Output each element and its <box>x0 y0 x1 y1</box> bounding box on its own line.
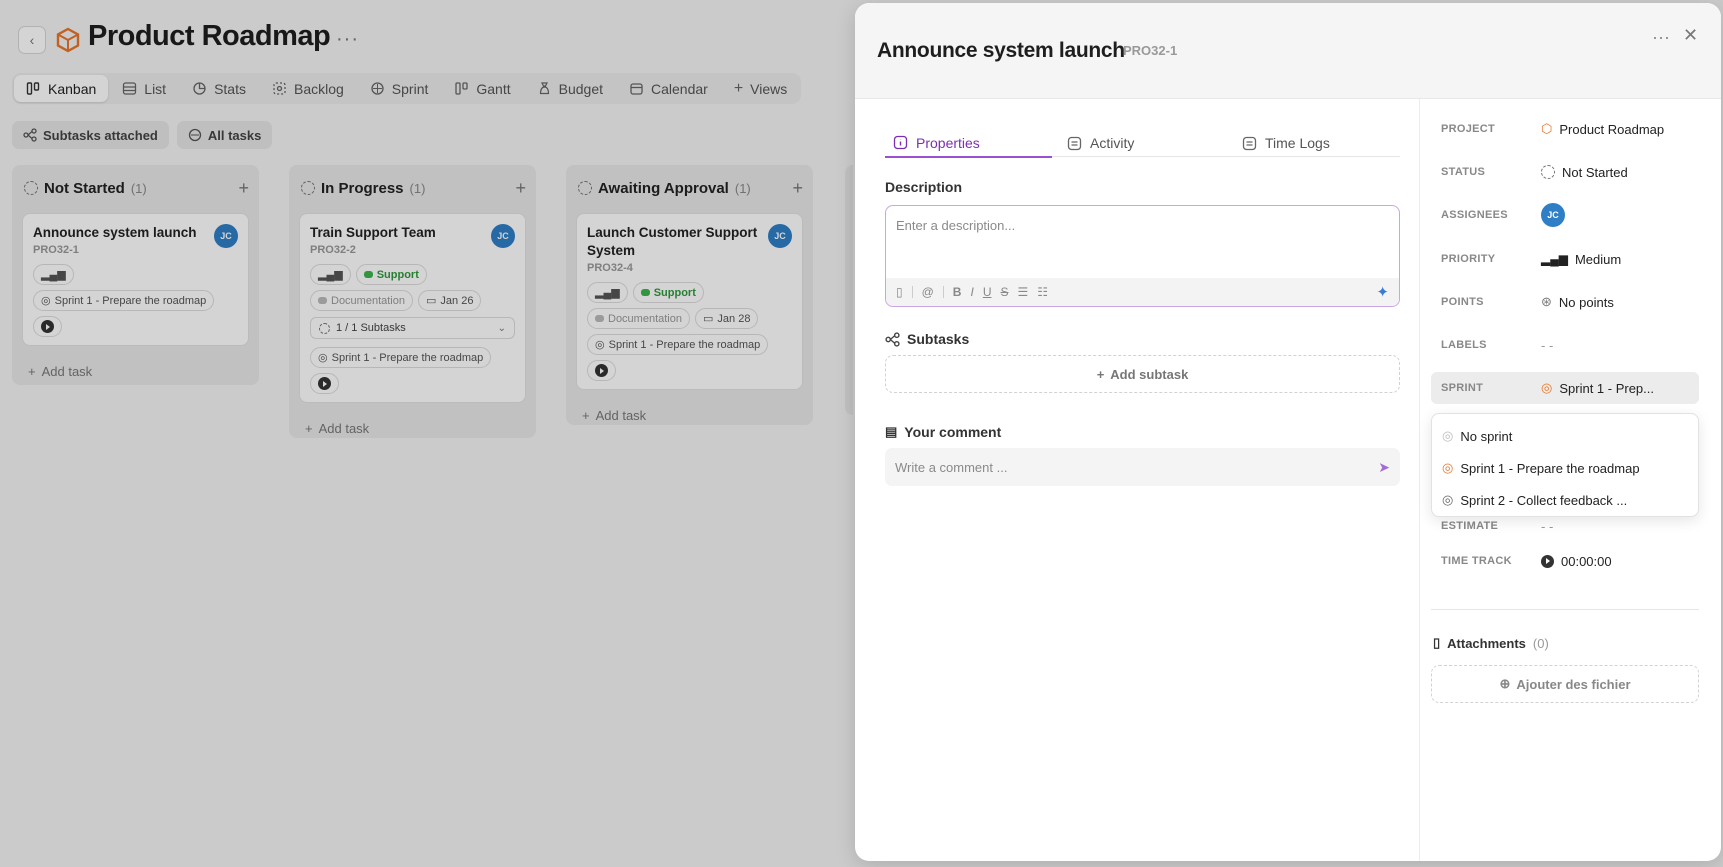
close-icon[interactable]: ✕ <box>1683 25 1698 46</box>
sprint-option-none[interactable]: ◎ No sprint <box>1432 420 1698 452</box>
prop-project[interactable]: PROJECT ⬡ Product Roadmap <box>1441 113 1703 145</box>
panel-tabs: Properties Activity Time Logs <box>885 129 1400 158</box>
tab-activity[interactable]: Activity <box>1067 129 1134 157</box>
avatar[interactable]: JC <box>1541 203 1565 227</box>
bullet-list-icon[interactable]: ☰ <box>1018 285 1029 299</box>
panel-title: Announce system launch <box>877 39 1125 62</box>
more-icon[interactable]: ··· <box>1652 27 1670 48</box>
subtasks-icon <box>885 331 900 347</box>
panel-main: Properties Activity Time Logs Descriptio… <box>855 99 1419 861</box>
plus-icon: + <box>1096 366 1105 382</box>
file-icon: ▯ <box>1433 635 1441 650</box>
panel-header: Announce system launch PRO32-1 ··· ✕ <box>855 3 1721 99</box>
play-icon[interactable] <box>1541 554 1554 568</box>
prop-assignees[interactable]: ASSIGNEES JC <box>1441 199 1703 231</box>
prop-labels[interactable]: LABELS - - <box>1441 329 1703 361</box>
tab-properties[interactable]: Properties <box>885 129 1052 158</box>
project-cube-icon: ⬡ <box>1541 121 1553 136</box>
info-icon <box>893 135 908 150</box>
sprint-icon: ◎ <box>1442 460 1454 475</box>
activity-icon <box>1067 136 1082 150</box>
prop-points[interactable]: POINTS ⊛ No points <box>1441 286 1703 318</box>
points-icon: ⊛ <box>1541 294 1552 309</box>
time-logs-icon <box>1242 136 1257 150</box>
sprint-option-2[interactable]: ◎ Sprint 2 - Collect feedback ... <box>1432 484 1698 516</box>
comment-section: ▤ Your comment <box>885 424 1002 440</box>
bold-icon[interactable]: B <box>953 285 962 299</box>
comment-icon: ▤ <box>885 424 898 439</box>
sprint-dropdown: ◎ No sprint ◎ Sprint 1 - Prepare the roadm… <box>1431 413 1699 517</box>
attachments-label: ▯ Attachments (0) <box>1433 635 1549 651</box>
prop-time-track[interactable]: TIME TRACK 00:00:00 <box>1441 545 1703 577</box>
sprint-option-1[interactable]: ◎ Sprint 1 - Prepare the roadmap <box>1432 452 1698 484</box>
add-subtask-button[interactable]: + Add subtask <box>885 355 1400 393</box>
file-icon[interactable]: ▯ <box>896 285 903 299</box>
description-placeholder: Enter a description... <box>896 218 1016 233</box>
task-detail-panel: Announce system launch PRO32-1 ··· ✕ Pro… <box>855 3 1721 861</box>
panel-task-id: PRO32-1 <box>1123 43 1178 58</box>
tab-time-logs[interactable]: Time Logs <box>1242 129 1330 157</box>
file-add-icon: ⊕ <box>1499 676 1511 691</box>
subtasks-section: Subtasks <box>885 331 969 347</box>
mention-icon[interactable]: @ <box>922 285 934 299</box>
properties-sidebar: PROJECT ⬡ Product Roadmap STATUS Not Starte… <box>1419 99 1721 861</box>
prop-sprint[interactable]: SPRINT ◎ Sprint 1 - Prep... <box>1431 372 1699 404</box>
status-not-started-icon <box>1541 165 1555 179</box>
add-files-button[interactable]: ⊕ Ajouter des fichier <box>1431 665 1699 703</box>
description-label: Description <box>885 179 963 195</box>
prop-priority[interactable]: PRIORITY ▂▄▆ Medium <box>1441 243 1703 275</box>
comment-input[interactable]: Write a comment ... ➤ <box>885 448 1400 486</box>
sprint-icon: ◎ <box>1442 492 1454 507</box>
sprint-icon: ◎ <box>1541 380 1553 395</box>
priority-bars-icon: ▂▄▆ <box>1541 252 1568 266</box>
sprint-icon: ◎ <box>1442 428 1454 443</box>
description-editor[interactable]: Enter a description... ▯ @ B I U S ☰ ☷ ✦ <box>885 205 1400 307</box>
italic-icon[interactable]: I <box>970 285 973 299</box>
underline-icon[interactable]: U <box>983 285 992 299</box>
editor-toolbar: ▯ @ B I U S ☰ ☷ ✦ <box>886 278 1399 306</box>
ai-sparkle-icon[interactable]: ✦ <box>1376 283 1389 301</box>
numbered-list-icon[interactable]: ☷ <box>1037 285 1048 299</box>
divider <box>1431 609 1699 610</box>
prop-status[interactable]: STATUS Not Started <box>1441 156 1703 188</box>
strikethrough-icon[interactable]: S <box>1000 285 1008 299</box>
send-icon[interactable]: ➤ <box>1378 459 1390 476</box>
